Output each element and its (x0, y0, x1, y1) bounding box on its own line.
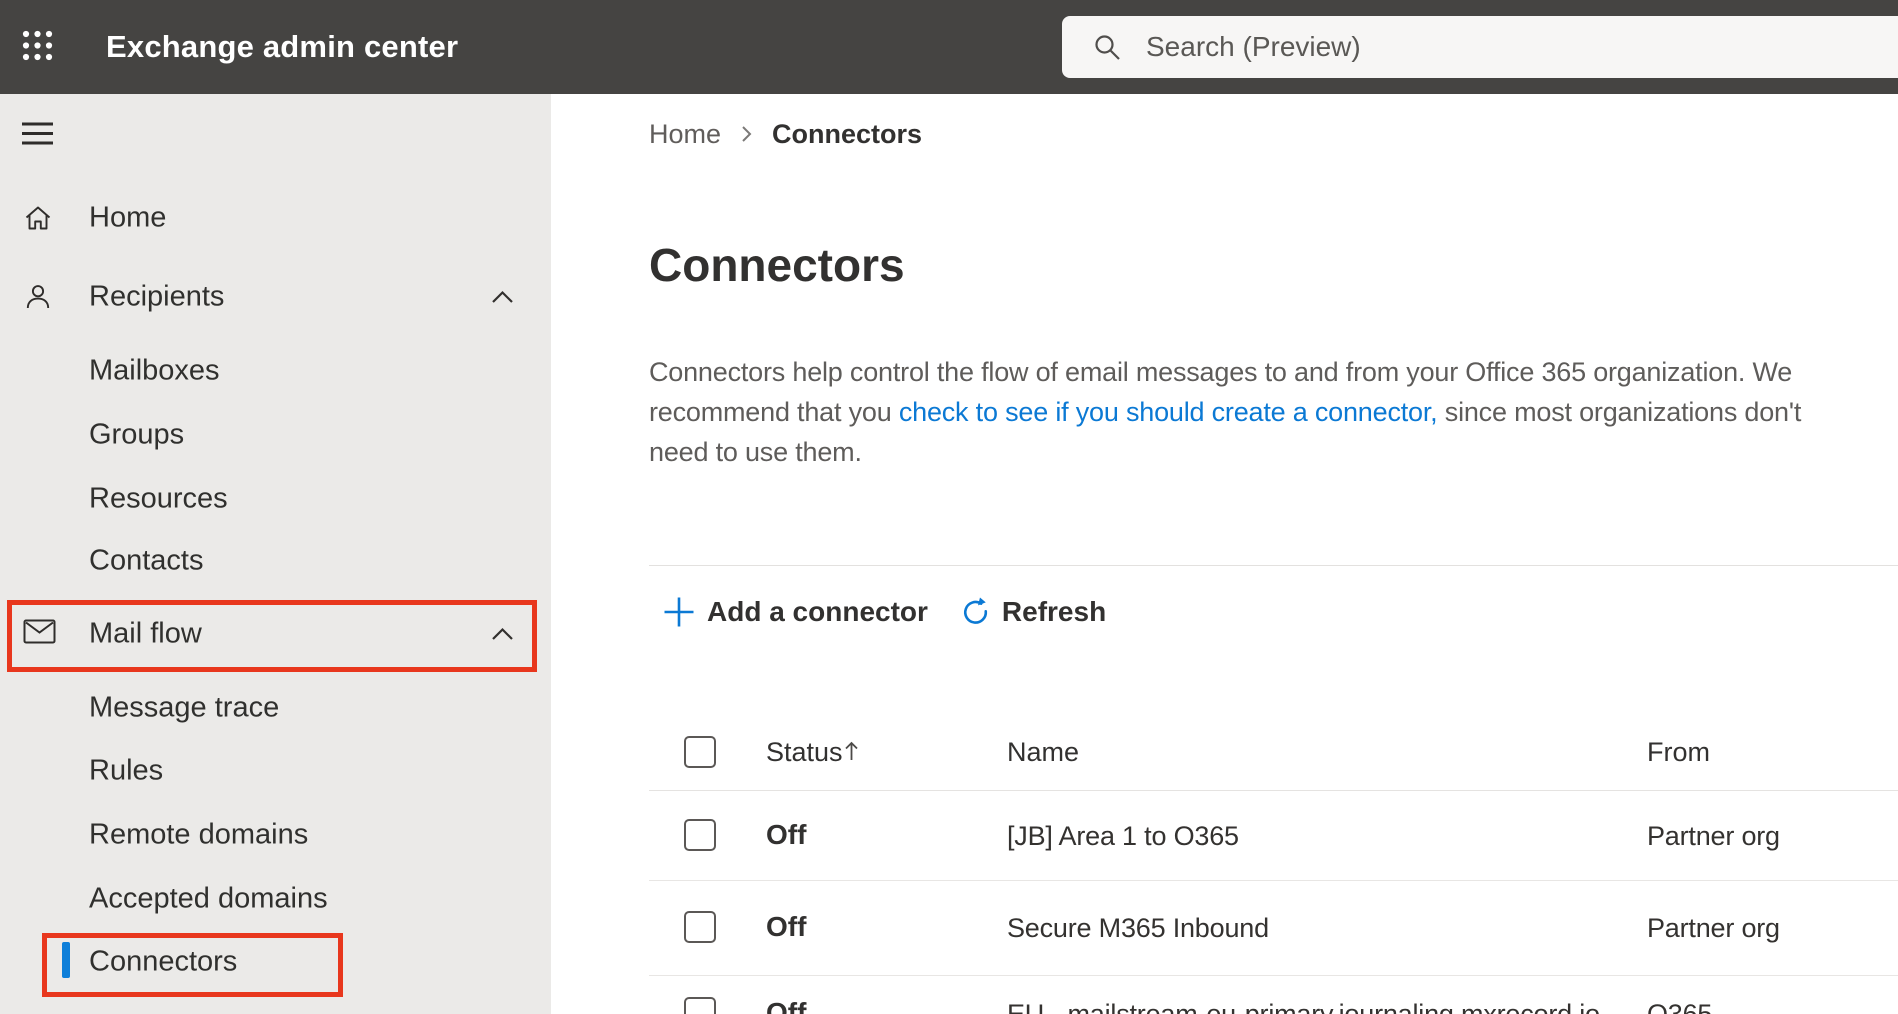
row-name[interactable]: Secure M365 Inbound (1007, 913, 1269, 943)
create-connector-check-link[interactable]: check to see if you should create a conn… (899, 397, 1438, 427)
nav-toggle-button[interactable] (22, 122, 53, 145)
envelope-icon (23, 619, 56, 649)
sidebar-item-label: Resources (89, 482, 228, 515)
sidebar-item-message-trace[interactable]: Message trace (0, 680, 551, 736)
sidebar-item-groups[interactable]: Groups (0, 407, 551, 463)
sidebar-item-label: Groups (89, 418, 185, 451)
sidebar-item-remote-domains[interactable]: Remote domains (0, 807, 551, 863)
sidebar-item-resources[interactable]: Resources (0, 471, 551, 527)
sidebar-item-home[interactable]: Home (0, 190, 551, 246)
sidebar-item-label: Home (89, 201, 167, 234)
sidebar-item-label: Mailboxes (89, 354, 220, 387)
sidebar-item-label: Remote domains (89, 818, 309, 851)
row-status: Off (766, 911, 807, 942)
row-checkbox[interactable] (684, 911, 716, 943)
row-from: Partner org (1647, 821, 1780, 851)
row-divider (649, 975, 1898, 976)
header-divider (649, 790, 1898, 791)
sidebar-item-accepted-domains[interactable]: Accepted domains (0, 871, 551, 927)
chevron-up-icon[interactable] (491, 627, 514, 641)
chevron-up-icon[interactable] (491, 290, 514, 304)
sidebar-item-mailboxes[interactable]: Mailboxes (0, 343, 551, 399)
row-from: Partner org (1647, 913, 1780, 943)
page-title: Connectors (649, 239, 905, 291)
search-box[interactable] (1062, 16, 1898, 78)
row-checkbox[interactable] (684, 819, 716, 851)
sidebar-item-label: Recipients (89, 280, 225, 313)
select-all-checkbox[interactable] (684, 736, 716, 768)
refresh-button[interactable]: Refresh (960, 596, 1106, 628)
sidebar-item-recipients[interactable]: Recipients (0, 269, 551, 325)
description-text: recommend that you (649, 397, 899, 427)
selected-item-indicator (62, 942, 70, 978)
column-header-from[interactable]: From (1647, 737, 1710, 767)
sidebar-item-contacts[interactable]: Contacts (0, 533, 551, 589)
row-status: Off (766, 819, 807, 850)
waffle-grid-icon (22, 30, 53, 61)
command-bar: Add a connector Refresh (662, 594, 1106, 630)
breadcrumb-home-link[interactable]: Home (649, 119, 721, 150)
person-icon (23, 282, 56, 312)
description-line-2: recommend that you check to see if you s… (649, 392, 1879, 432)
sidebar-item-label: Contacts (89, 544, 204, 577)
sidebar-item-label: Connectors (89, 945, 238, 978)
hamburger-icon (22, 122, 53, 145)
breadcrumb: Home Connectors (649, 118, 922, 150)
refresh-icon (963, 596, 988, 624)
description-text: since most organizations don't (1437, 397, 1802, 427)
column-header-name[interactable]: Name (1007, 737, 1079, 767)
description-line-3: need to use them. (649, 437, 862, 467)
column-header-status[interactable]: Status (766, 737, 843, 767)
row-status: Off (766, 997, 807, 1014)
add-connector-label: Add a connector (707, 596, 928, 627)
chevron-right-icon (742, 126, 752, 142)
home-icon (23, 203, 56, 233)
refresh-label: Refresh (1001, 596, 1107, 627)
page-description: Connectors help control the flow of emai… (649, 352, 1879, 472)
top-bar: Exchange admin center (0, 0, 1898, 94)
row-name[interactable]: [JB] Area 1 to O365 (1007, 821, 1239, 851)
sidebar-item-label: Rules (89, 754, 164, 787)
search-input[interactable] (1146, 31, 1898, 63)
sidebar-item-mail-flow[interactable]: Mail flow (0, 606, 551, 662)
sidebar-item-label: Message trace (89, 691, 280, 724)
sidebar-item-connectors[interactable]: Connectors (0, 934, 551, 990)
search-icon (1095, 35, 1120, 60)
exchange-admin-center-window: Exchange admin center Home (0, 0, 1898, 1014)
row-divider (649, 880, 1898, 881)
row-from: O365 (1647, 999, 1713, 1014)
sidebar-item-rules[interactable]: Rules (0, 743, 551, 799)
toolbar-top-divider (649, 565, 1898, 566)
app-launcher-button[interactable] (22, 30, 54, 62)
sidebar-item-label: Accepted domains (89, 882, 328, 915)
main-content: Home Connectors Connectors Connectors he… (551, 94, 1898, 1014)
app-title: Exchange admin center (106, 29, 459, 64)
plus-icon (664, 597, 694, 627)
description-line-1: Connectors help control the flow of emai… (649, 357, 1793, 387)
breadcrumb-current: Connectors (772, 118, 923, 149)
row-name[interactable]: EU - mailstream-eu-primary.journaling.mx… (1007, 999, 1600, 1014)
row-checkbox[interactable] (684, 997, 716, 1014)
sidebar-nav: Home Recipients Mailboxes Groups Resourc… (0, 94, 551, 1014)
add-connector-button[interactable]: Add a connector (662, 595, 928, 629)
sort-ascending-icon[interactable] (844, 740, 859, 767)
sidebar-item-label: Mail flow (89, 617, 202, 650)
